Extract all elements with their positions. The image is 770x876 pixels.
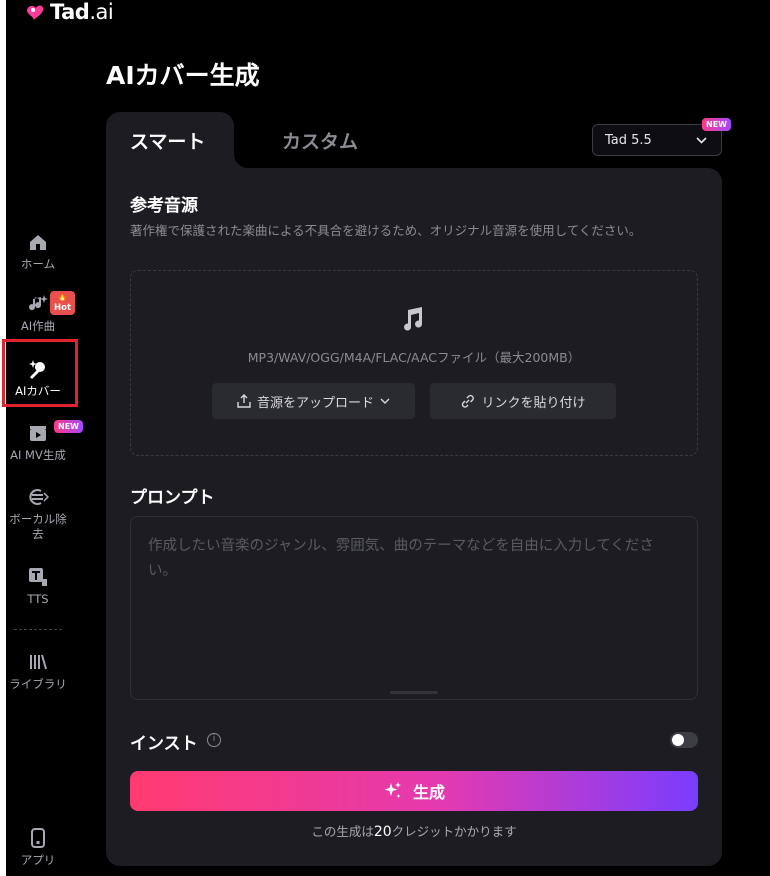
instrumental-label: インスト	[130, 734, 198, 754]
sidebar-item-ai-compose[interactable]: AI作曲 🔥Hot	[6, 291, 76, 334]
tts-icon	[27, 566, 49, 588]
sidebar-divider	[14, 629, 62, 630]
generate-button[interactable]: 生成	[130, 771, 698, 811]
info-icon[interactable]: i	[207, 733, 221, 747]
prompt-title: プロンプト	[130, 488, 215, 508]
hot-badge: 🔥Hot	[50, 291, 76, 315]
app-logo[interactable]: Tad.ai	[24, 0, 114, 24]
sidebar-item-label: アプリ	[20, 853, 56, 867]
upload-audio-label: 音源をアップロード	[256, 395, 374, 411]
new-badge: NEW	[54, 420, 83, 433]
sidebar-item-label: AIカバー	[15, 384, 61, 398]
reference-title: 参考音源	[130, 196, 198, 216]
home-icon	[27, 231, 49, 253]
sidebar-item-vocal-remove[interactable]: ボーカル除去	[6, 486, 70, 542]
sidebar-item-label: AI作曲	[20, 319, 56, 333]
sidebar-item-label: ライブラリ	[9, 677, 67, 691]
mobile-app-icon	[27, 827, 49, 849]
sidebar-item-ai-cover[interactable]: AIカバー	[6, 358, 70, 399]
vocal-remove-icon	[27, 486, 49, 508]
prompt-placeholder: 作成したい音楽のジャンル、雰囲気、曲のテーマなどを自由に入力してください。	[148, 538, 654, 579]
sidebar-item-home[interactable]: ホーム	[6, 231, 70, 272]
model-select-value: Tad 5.5	[605, 132, 652, 148]
generate-label: 生成	[412, 783, 445, 802]
instrumental-toggle[interactable]	[670, 732, 698, 748]
sidebar-item-label: TTS	[27, 592, 49, 606]
video-clapper-icon	[27, 422, 49, 444]
upload-audio-button[interactable]: 音源をアップロード	[212, 383, 415, 419]
logo-mark-icon	[24, 2, 46, 22]
link-icon	[462, 394, 475, 408]
sidebar-item-library[interactable]: ライブラリ	[6, 651, 70, 692]
sidebar-item-app[interactable]: アプリ	[6, 827, 70, 868]
paste-link-button[interactable]: リンクを貼り付け	[430, 383, 616, 419]
tab-custom[interactable]: カスタム	[282, 127, 358, 154]
sidebar-item-tts[interactable]: TTS	[6, 566, 70, 607]
tab-smart[interactable]: スマート	[130, 127, 205, 154]
chevron-down-icon	[380, 398, 390, 404]
sidebar-item-ai-mv[interactable]: AI MV生成 NEW	[6, 420, 83, 463]
resize-handle[interactable]	[390, 691, 438, 694]
microphone-sparkle-icon	[27, 358, 49, 380]
credit-count: 20	[373, 824, 392, 840]
page-title: AIカバー生成	[106, 61, 260, 90]
music-sparkle-icon	[27, 293, 49, 315]
sidebar-item-label: AI MV生成	[10, 448, 66, 462]
sparkle-icon	[384, 782, 401, 798]
sidebar-item-label: ボーカル除去	[9, 512, 67, 541]
library-icon	[27, 651, 49, 673]
sidebar-item-label: ホーム	[20, 257, 56, 271]
music-note-icon	[400, 306, 426, 332]
reference-description: 著作権で保護された楽曲による不具合を避けるため、オリジナル音源を使用してください…	[130, 223, 642, 238]
upload-icon	[237, 394, 251, 408]
new-badge: NEW	[702, 118, 731, 131]
paste-link-label: リンクを貼り付け	[481, 395, 586, 411]
credit-note: この生成は20クレジットかかります	[311, 824, 517, 840]
supported-formats: MP3/WAV/OGG/M4A/FLAC/AACファイル（最大200MB）	[247, 350, 581, 365]
tab-corner	[234, 154, 262, 168]
logo-text: Tad.ai	[50, 0, 114, 24]
chevron-down-icon	[696, 136, 707, 144]
